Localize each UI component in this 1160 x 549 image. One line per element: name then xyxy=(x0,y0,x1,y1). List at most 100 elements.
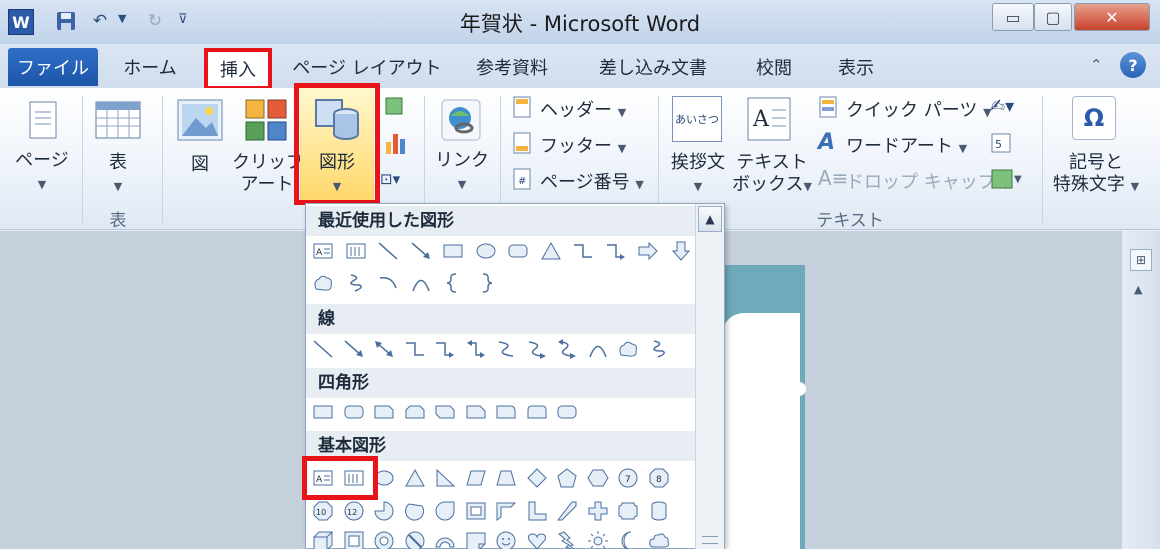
symbol-button[interactable]: 記号と 特殊文字 ▼ xyxy=(1046,152,1146,198)
freeform-shape-icon[interactable] xyxy=(617,338,639,360)
curved-double-arrow-connector-shape-icon[interactable] xyxy=(556,338,578,360)
triangle-shape-icon[interactable] xyxy=(540,240,562,262)
elbow-connector-shape-icon[interactable] xyxy=(404,338,426,360)
rounded-rectangle-shape-icon[interactable] xyxy=(507,240,529,262)
maximize-button[interactable]: ▢ xyxy=(1034,3,1072,31)
pie-shape-icon[interactable] xyxy=(373,500,395,522)
plaque-shape-icon[interactable] xyxy=(617,500,639,522)
dropcap-button[interactable]: ドロップ キャップ ▼ xyxy=(846,168,1010,194)
round-same-side-rectangle-shape-icon[interactable] xyxy=(526,401,548,423)
footer-button[interactable]: フッター ▼ xyxy=(540,132,626,158)
tab-insert[interactable]: 挿入 xyxy=(204,48,272,90)
isosceles-triangle-shape-icon[interactable] xyxy=(404,467,426,489)
screenshot-icon[interactable]: ⊡▾ xyxy=(380,170,400,188)
quickparts-button[interactable]: クイック パーツ ▼ xyxy=(846,96,992,122)
greeting-button[interactable]: 挨拶文 ▼ xyxy=(662,152,734,198)
link-button[interactable]: リンク ▼ xyxy=(432,150,492,196)
cube-shape-icon[interactable] xyxy=(312,530,334,549)
left-brace-shape-icon[interactable] xyxy=(442,272,464,294)
gallery-scroll-grip-icon[interactable] xyxy=(702,536,718,544)
rounded-rectangle-shape-icon[interactable] xyxy=(343,401,365,423)
down-arrow-shape-icon[interactable] xyxy=(670,240,692,262)
lightning-bolt-shape-icon[interactable] xyxy=(556,530,578,549)
frame-shape-icon[interactable] xyxy=(465,500,487,522)
close-button[interactable]: ✕ xyxy=(1074,3,1150,31)
bevel-shape-icon[interactable] xyxy=(343,530,365,549)
chart-icon[interactable] xyxy=(384,130,406,160)
line-shape-icon[interactable] xyxy=(377,240,399,262)
diagonal-stripe-shape-icon[interactable] xyxy=(556,500,578,522)
wordart-button[interactable]: ワードアート ▼ xyxy=(846,132,967,158)
smartart-icon[interactable] xyxy=(384,96,404,120)
dodecagon-shape-icon[interactable]: 12 xyxy=(343,500,365,522)
picture-button[interactable]: 図 xyxy=(180,154,220,176)
no-symbol-shape-icon[interactable] xyxy=(404,530,426,549)
tab-home[interactable]: ホーム xyxy=(110,48,190,86)
arrow-line-shape-icon[interactable] xyxy=(410,240,432,262)
tab-references[interactable]: 参考資料 xyxy=(466,48,558,86)
cloud-shape-icon[interactable] xyxy=(648,530,670,549)
header-button[interactable]: ヘッダー ▼ xyxy=(540,96,626,122)
tab-view[interactable]: 表示 xyxy=(826,48,886,86)
snip-diagonal-rectangle-shape-icon[interactable] xyxy=(434,401,456,423)
vertical-scrollbar[interactable]: ⊞ ▲ xyxy=(1122,231,1160,549)
tab-page-layout[interactable]: ページ レイアウト xyxy=(292,48,442,86)
smiley-face-shape-icon[interactable] xyxy=(495,530,517,549)
round-diagonal-rectangle-shape-icon[interactable] xyxy=(556,401,578,423)
parallelogram-shape-icon[interactable] xyxy=(465,467,487,489)
right-triangle-shape-icon[interactable] xyxy=(434,467,456,489)
minimize-button[interactable]: ▭ xyxy=(992,3,1034,31)
curved-connector-shape-icon[interactable] xyxy=(495,338,517,360)
arrow-line-shape-icon[interactable] xyxy=(343,338,365,360)
scribble-shape-icon[interactable] xyxy=(648,338,670,360)
block-arc-shape-icon[interactable] xyxy=(434,530,456,549)
can-shape-icon[interactable] xyxy=(648,500,670,522)
snip-round-rectangle-shape-icon[interactable] xyxy=(465,401,487,423)
vertical-textbox-shape-icon[interactable] xyxy=(345,240,367,262)
teardrop-shape-icon[interactable] xyxy=(434,500,456,522)
rectangle-shape-icon[interactable] xyxy=(442,240,464,262)
curved-arrow-connector-shape-icon[interactable] xyxy=(526,338,548,360)
double-arrow-line-shape-icon[interactable] xyxy=(373,338,395,360)
signature-line-icon[interactable]: ✍▾ xyxy=(990,96,1014,117)
donut-shape-icon[interactable] xyxy=(373,530,395,549)
minimize-ribbon-icon[interactable]: ⌃ xyxy=(1090,56,1103,74)
tab-mailings[interactable]: 差し込み文書 xyxy=(586,48,720,86)
round-corner-rectangle-shape-icon[interactable] xyxy=(495,401,517,423)
gallery-scrollbar[interactable]: ▲ xyxy=(695,204,724,549)
clipart-button[interactable]: クリップ アート xyxy=(232,152,304,196)
arc-shape-icon[interactable] xyxy=(410,272,432,294)
gallery-scroll-up-icon[interactable]: ▲ xyxy=(698,206,722,232)
curve-shape-icon[interactable] xyxy=(377,272,399,294)
elbow-double-arrow-connector-shape-icon[interactable] xyxy=(465,338,487,360)
trapezoid-shape-icon[interactable] xyxy=(495,467,517,489)
heptagon-shape-icon[interactable]: 7 xyxy=(617,467,639,489)
right-brace-shape-icon[interactable] xyxy=(475,272,497,294)
ruler-toggle-icon[interactable]: ⊞ xyxy=(1130,249,1152,271)
diamond-shape-icon[interactable] xyxy=(526,467,548,489)
freeform-shape-icon[interactable] xyxy=(312,272,334,294)
help-icon[interactable]: ? xyxy=(1120,52,1146,78)
cross-shape-icon[interactable] xyxy=(587,500,609,522)
date-time-icon[interactable]: 5 xyxy=(990,132,1012,158)
object-icon[interactable]: ▼ xyxy=(990,168,1024,194)
snip-corner-rectangle-shape-icon[interactable] xyxy=(373,401,395,423)
tab-review[interactable]: 校閲 xyxy=(744,48,804,86)
line-shape-icon[interactable] xyxy=(312,338,334,360)
oval-shape-icon[interactable] xyxy=(475,240,497,262)
moon-shape-icon[interactable] xyxy=(617,530,639,549)
octagon-shape-icon[interactable]: 8 xyxy=(648,467,670,489)
decagon-shape-icon[interactable]: 10 xyxy=(312,500,334,522)
scribble-shape-icon[interactable] xyxy=(345,272,367,294)
page-number-button[interactable]: ページ番号 ▼ xyxy=(540,168,644,194)
right-arrow-shape-icon[interactable] xyxy=(637,240,659,262)
scroll-up-arrow-icon[interactable]: ▲ xyxy=(1134,283,1142,296)
page-button[interactable]: ページ ▼ xyxy=(10,150,74,196)
elbow-connector-shape-icon[interactable] xyxy=(572,240,594,262)
snip-same-side-rectangle-shape-icon[interactable] xyxy=(404,401,426,423)
elbow-arrow-connector-shape-icon[interactable] xyxy=(605,240,627,262)
hexagon-shape-icon[interactable] xyxy=(586,467,609,489)
tab-file[interactable]: ファイル xyxy=(8,48,98,86)
elbow-arrow-connector-shape-icon[interactable] xyxy=(434,338,456,360)
arc-shape-icon[interactable] xyxy=(587,338,609,360)
